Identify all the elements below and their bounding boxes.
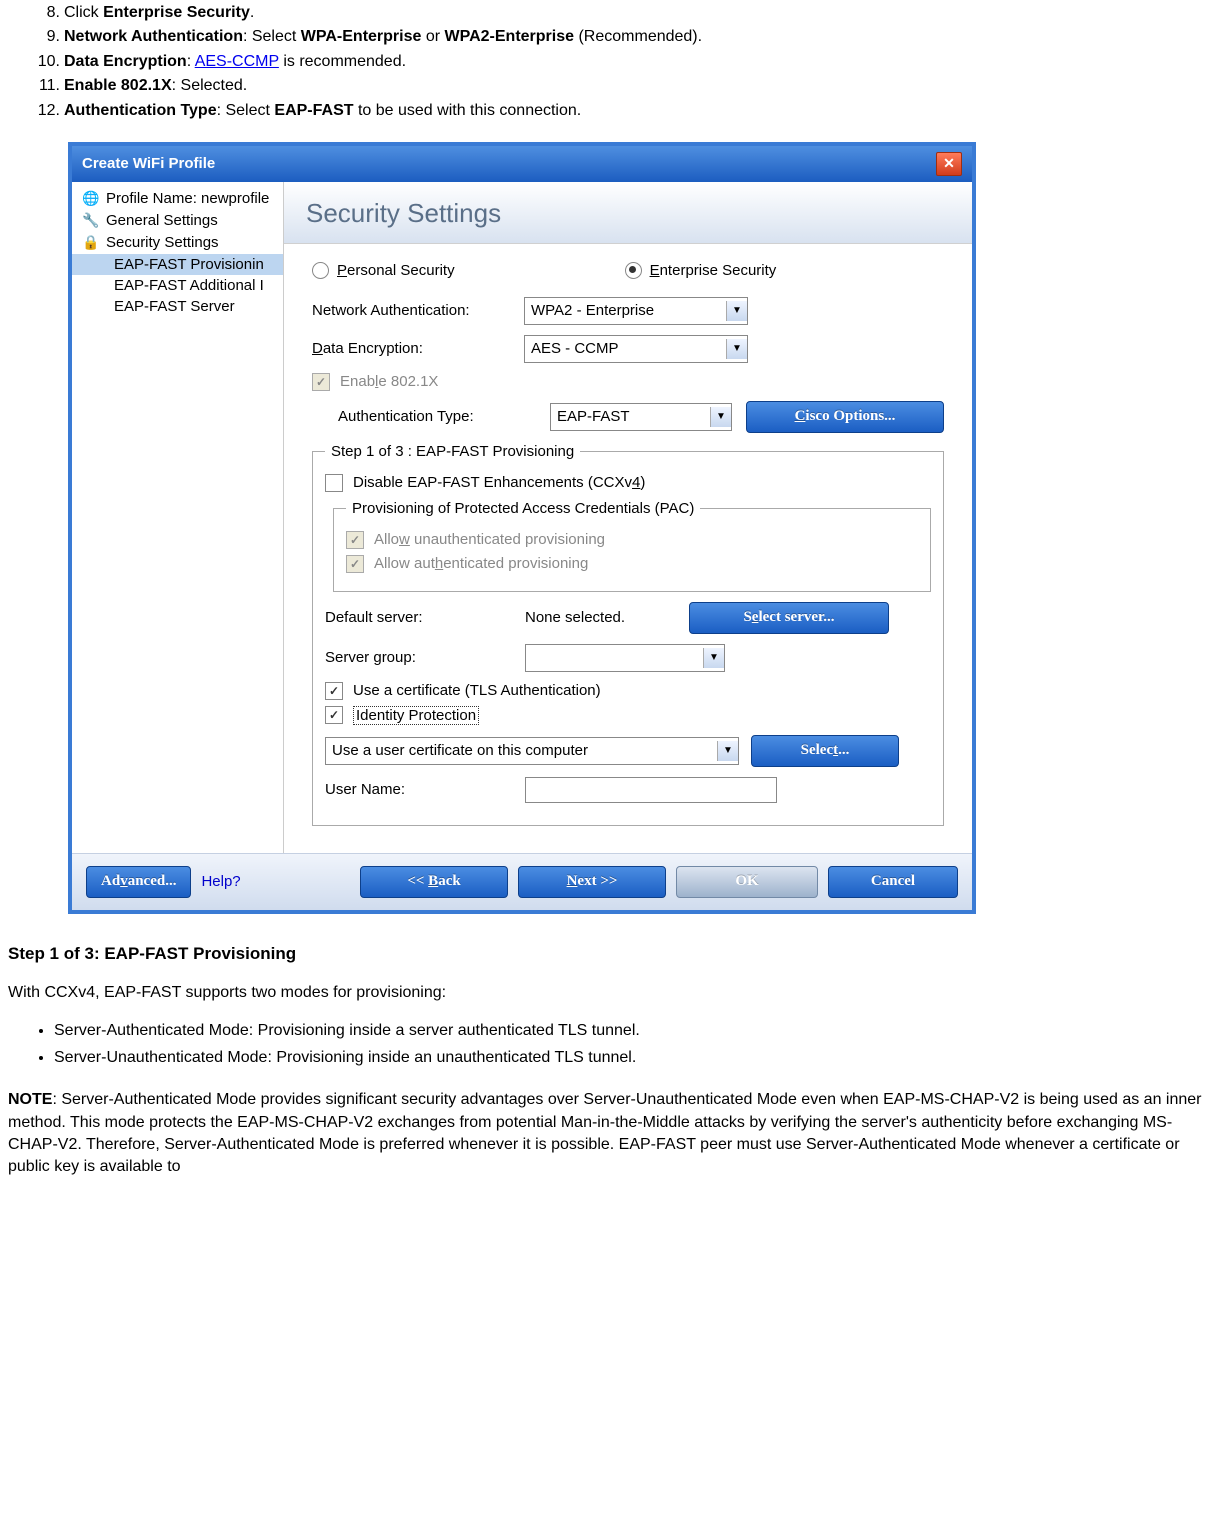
tree-security-settings[interactable]: 🔒Security Settings [72,232,283,254]
pac-legend: Provisioning of Protected Access Credent… [346,500,700,517]
use-certificate-checkbox[interactable] [325,682,343,700]
chevron-down-icon: ▼ [703,648,724,668]
user-certificate-select[interactable]: Use a user certificate on this computer … [325,737,739,765]
select-server-button[interactable]: Select server... [689,602,889,634]
enterprise-security-radio[interactable]: Enterprise Security [625,262,777,279]
pac-fieldset: Provisioning of Protected Access Credent… [333,500,931,592]
network-auth-select[interactable]: WPA2 - Enterprise ▼ [524,297,748,325]
select-button[interactable]: Select... [751,735,899,767]
step-12: Authentication Type: Select EAP-FAST to … [64,100,1208,122]
para-intro: With CCXv4, EAP-FAST supports two modes … [8,982,1208,1004]
network-auth-label: Network Authentication: [312,302,524,319]
username-label: User Name: [325,781,525,798]
cancel-button[interactable]: Cancel [828,866,958,898]
step1-fieldset: Step 1 of 3 : EAP-FAST Provisioning Disa… [312,443,944,826]
mode-server-unauth: Server-Unauthenticated Mode: Provisionin… [54,1047,1208,1069]
back-button[interactable]: << Back [360,866,508,898]
cog-icon: 🔧 [82,212,100,230]
aes-ccmp-link[interactable]: AES-CCMP [195,53,279,70]
instruction-steps: Click Enterprise Security. Network Authe… [8,2,1208,122]
help-link[interactable]: Help? [201,873,240,890]
lock-icon: 🔒 [82,234,100,252]
default-server-value: None selected. [525,609,685,626]
step-10: Data Encryption: AES-CCMP is recommended… [64,51,1208,73]
advanced-button[interactable]: Advanced... [86,866,191,898]
radio-icon [312,262,329,279]
disable-enhancements-checkbox[interactable] [325,474,343,492]
data-encryption-label: Data Encryption: [312,340,524,357]
username-input[interactable] [525,777,777,803]
panel-heading: Security Settings [284,182,972,244]
auth-type-select[interactable]: EAP-FAST ▼ [550,403,732,431]
tree-general-settings[interactable]: 🔧General Settings [72,210,283,232]
tree-panel: 🌐Profile Name: newprofile 🔧General Setti… [72,182,284,910]
data-encryption-select[interactable]: AES - CCMP ▼ [524,335,748,363]
close-button[interactable]: ✕ [936,152,962,176]
create-wifi-profile-dialog: Create WiFi Profile ✕ 🌐Profile Name: new… [68,142,976,914]
step1-heading: Step 1 of 3: EAP-FAST Provisioning [8,944,1208,964]
titlebar: Create WiFi Profile ✕ [72,146,972,182]
next-button[interactable]: Next >> [518,866,666,898]
note-paragraph: NOTE: Server-Authenticated Mode provides… [8,1089,1208,1179]
allow-unauth-checkbox [346,531,364,549]
dialog-title: Create WiFi Profile [82,155,215,172]
chevron-down-icon: ▼ [717,741,738,761]
step-9: Network Authentication: Select WPA-Enter… [64,26,1208,48]
tree-profile-name[interactable]: 🌐Profile Name: newprofile [72,188,283,210]
cisco-options-button[interactable]: Cisco Options... [746,401,944,433]
tree-eapfast-server[interactable]: EAP-FAST Server [72,296,283,317]
server-group-select[interactable]: ▼ [525,644,725,672]
chevron-down-icon: ▼ [710,407,731,427]
step-8: Click Enterprise Security. [64,2,1208,24]
enable-8021x-checkbox [312,373,330,391]
radio-icon [625,262,642,279]
tree-eapfast-additional[interactable]: EAP-FAST Additional I [72,275,283,296]
step1-legend: Step 1 of 3 : EAP-FAST Provisioning [325,443,580,460]
server-group-label: Server group: [325,649,525,666]
modes-list: Server-Authenticated Mode: Provisioning … [8,1020,1208,1069]
step-11: Enable 802.1X: Selected. [64,75,1208,97]
chevron-down-icon: ▼ [726,301,747,321]
allow-auth-checkbox [346,555,364,573]
default-server-label: Default server: [325,609,525,626]
close-icon: ✕ [943,155,955,172]
auth-type-label: Authentication Type: [312,408,550,425]
identity-protection-checkbox[interactable] [325,706,343,724]
globe-icon: 🌐 [82,190,100,208]
main-panel: Security Settings Personal Security Ente… [284,182,972,910]
personal-security-radio[interactable]: Personal Security [312,262,455,279]
dialog-footer: Advanced... Help? << Back Next >> OK Can… [72,853,972,910]
ok-button[interactable]: OK [676,866,818,898]
tree-eapfast-provisioning[interactable]: EAP-FAST Provisionin [72,254,283,275]
mode-server-auth: Server-Authenticated Mode: Provisioning … [54,1020,1208,1042]
chevron-down-icon: ▼ [726,339,747,359]
